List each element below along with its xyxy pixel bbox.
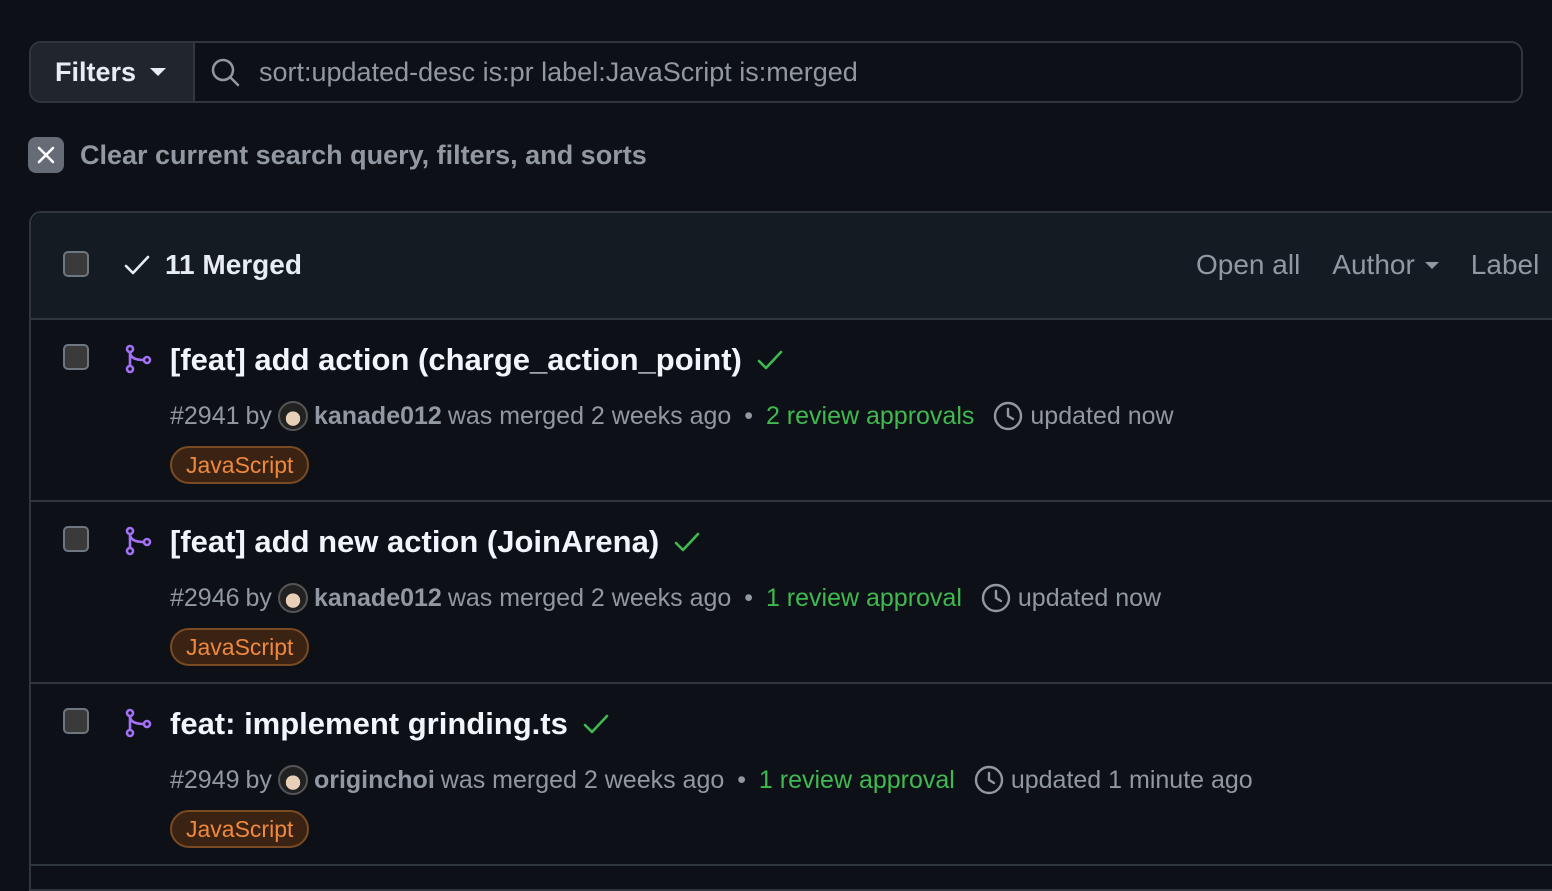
search-icon — [211, 58, 240, 87]
check-icon[interactable] — [673, 528, 701, 556]
label-badge[interactable]: JavaScript — [170, 446, 310, 484]
label-badge[interactable]: JavaScript — [170, 628, 310, 666]
separator-dot: • — [730, 765, 753, 794]
caret-down-icon — [1424, 261, 1439, 269]
updated-text: updated now — [1030, 401, 1174, 430]
separator-dot: • — [737, 401, 760, 430]
pr-row: [feat] add new action (JoinArena) #2946 … — [31, 502, 1552, 684]
merged-text: was merged 2 weeks ago — [447, 401, 732, 430]
clock-icon — [981, 583, 1011, 613]
pr-row: [feat] add action (charge_action_point) … — [31, 320, 1552, 502]
git-merge-icon — [125, 526, 152, 556]
check-icon[interactable] — [756, 346, 784, 374]
pr-title-link[interactable]: feat: implement grinding.ts — [170, 706, 568, 742]
search-query: sort:updated-desc is:pr label:JavaScript… — [259, 56, 858, 87]
by-text: by — [245, 583, 272, 612]
select-all-checkbox[interactable] — [63, 251, 89, 277]
clear-filters-button[interactable]: Clear current search query, filters, and… — [28, 137, 647, 173]
pr-number: #2941 — [170, 401, 240, 430]
avatar[interactable] — [277, 401, 308, 431]
caret-down-icon — [150, 68, 167, 76]
git-merge-icon — [125, 344, 152, 374]
filters-label: Filters — [55, 56, 137, 87]
label-dropdown[interactable]: Label — [1471, 249, 1540, 281]
pr-number: #2949 — [170, 765, 240, 794]
pr-number: #2946 — [170, 583, 240, 612]
clock-icon — [974, 765, 1004, 795]
git-merge-icon — [125, 708, 152, 738]
author-link[interactable]: kanade012 — [314, 402, 442, 431]
by-text: by — [245, 401, 272, 430]
merged-text: was merged 2 weeks ago — [440, 765, 725, 794]
author-link[interactable]: kanade012 — [314, 584, 442, 613]
avatar[interactable] — [277, 765, 308, 795]
updated-text: updated 1 minute ago — [1010, 765, 1253, 794]
list-header: 11 Merged Open all Author Label — [31, 213, 1552, 320]
by-text: by — [245, 765, 272, 794]
row-checkbox[interactable] — [63, 344, 89, 370]
avatar[interactable] — [277, 583, 308, 613]
row-checkbox[interactable] — [63, 708, 89, 734]
clock-icon — [994, 401, 1023, 431]
pr-title-link[interactable]: [feat] add action (charge_action_point) — [170, 342, 742, 378]
pr-list: 11 Merged Open all Author Label [feat] a… — [29, 211, 1552, 891]
merged-filter[interactable]: 11 Merged — [123, 249, 302, 281]
author-label: Author — [1332, 249, 1415, 280]
label-badge[interactable]: JavaScript — [170, 810, 310, 848]
search-input[interactable]: sort:updated-desc is:pr label:JavaScript… — [195, 43, 858, 101]
open-all-button[interactable]: Open all — [1196, 249, 1300, 281]
review-link[interactable]: 1 review approval — [759, 766, 955, 795]
merged-count: 11 Merged — [165, 249, 302, 280]
review-link[interactable]: 2 review approvals — [766, 402, 974, 431]
pr-row: feat: implement grinding.ts #2949 by ori… — [31, 684, 1552, 866]
separator-dot: • — [737, 583, 760, 612]
check-icon[interactable] — [582, 710, 610, 738]
author-link[interactable]: originchoi — [314, 766, 435, 795]
close-icon — [28, 137, 64, 173]
clear-label: Clear current search query, filters, and… — [80, 139, 647, 170]
author-dropdown[interactable]: Author — [1332, 249, 1439, 281]
pr-title-link[interactable]: [feat] add new action (JoinArena) — [170, 524, 659, 560]
check-icon — [124, 255, 150, 275]
review-link[interactable]: 1 review approval — [766, 584, 962, 613]
search-bar: Filters sort:updated-desc is:pr label:Ja… — [29, 41, 1523, 103]
updated-text: updated now — [1017, 583, 1162, 612]
filters-button[interactable]: Filters — [31, 43, 195, 101]
row-checkbox[interactable] — [63, 526, 89, 552]
merged-text: was merged 2 weeks ago — [447, 583, 732, 612]
